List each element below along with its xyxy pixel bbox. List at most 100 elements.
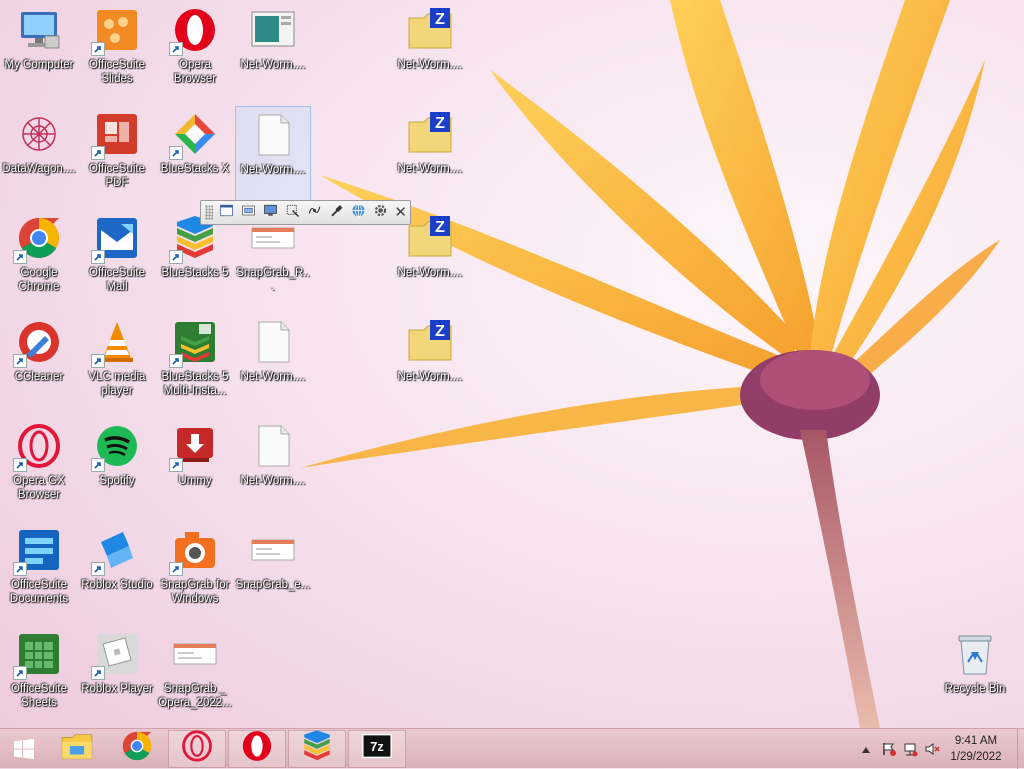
desktop-icon-label: Net-Worm.... bbox=[240, 59, 306, 71]
desktop-icon-documents[interactable]: OfficeSuite Documents bbox=[1, 522, 77, 622]
settings-button[interactable] bbox=[370, 203, 390, 223]
shortcut-arrow-icon bbox=[13, 458, 27, 472]
svg-text:Z: Z bbox=[435, 11, 445, 28]
desktop-icon-computer[interactable]: My Computer bbox=[1, 2, 77, 102]
show-desktop-button[interactable] bbox=[1017, 728, 1024, 769]
taskbar-item-bluestacks[interactable] bbox=[288, 729, 346, 768]
desktop-icon-label: VLC media player bbox=[88, 371, 146, 397]
color-picker-icon bbox=[329, 203, 344, 223]
desktop-icon-roblox-player[interactable]: Roblox Player bbox=[79, 626, 155, 726]
action-center-flag-icon[interactable] bbox=[877, 738, 899, 760]
desktop-icon-roblox-studio[interactable]: Roblox Studio bbox=[79, 522, 155, 622]
desktop-icon-label: Net-Worm.... bbox=[240, 164, 306, 176]
show-hidden-icon[interactable] bbox=[855, 738, 877, 760]
pdf-icon bbox=[91, 110, 141, 160]
desktop-icon-bluestacks-x[interactable]: BlueStacks X bbox=[157, 106, 233, 206]
desktop-icon-zip-folder[interactable]: Z Net-Worm.... bbox=[392, 210, 468, 310]
desktop-icon-screenshot-file[interactable]: SnapGrab _ Opera_2022... bbox=[157, 626, 233, 726]
zip-folder-icon: Z bbox=[406, 110, 454, 158]
fullscreen-capture-button[interactable] bbox=[260, 203, 280, 223]
shortcut-arrow-icon bbox=[169, 146, 183, 160]
desktop-icon-label: SnapGrab_R... bbox=[236, 267, 310, 293]
desktop-icon-zip-folder[interactable]: Z Net-Worm.... bbox=[392, 106, 468, 206]
desktop-icon-opera[interactable]: Opera Browser bbox=[157, 2, 233, 102]
desktop-icon-blank-file[interactable]: Net-Worm.... bbox=[235, 418, 311, 518]
start-button[interactable] bbox=[0, 729, 48, 769]
shortcut-arrow-icon bbox=[91, 250, 105, 264]
spotify-icon bbox=[91, 422, 141, 472]
shortcut-arrow-icon bbox=[13, 250, 27, 264]
desktop-icon-mail[interactable]: OfficeSuite Mail bbox=[79, 210, 155, 310]
shortcut-arrow-icon bbox=[91, 562, 105, 576]
desktop-icon-screenshot-file[interactable]: SnapGrab_e... bbox=[235, 522, 311, 622]
shortcut-arrow-icon bbox=[169, 250, 183, 264]
desktop-icon-chrome[interactable]: Google Chrome bbox=[1, 210, 77, 310]
desktop-icon-label: Net-Worm.... bbox=[397, 163, 463, 175]
desktop-icon-datawagon[interactable]: DataWagon.... bbox=[1, 106, 77, 206]
desktop-icon-sheets[interactable]: OfficeSuite Sheets bbox=[1, 626, 77, 726]
windows-logo-icon bbox=[14, 738, 34, 759]
volume-muted-icon[interactable] bbox=[921, 738, 943, 760]
desktop-icon-pdf[interactable]: OfficeSuite PDF bbox=[79, 106, 155, 206]
snapgrab-floating-toolbar[interactable]: ✕ bbox=[200, 200, 411, 225]
screenshot-file-icon bbox=[249, 526, 297, 574]
taskbar-item-opera[interactable] bbox=[228, 729, 286, 768]
desktop-icon-zip-folder[interactable]: Z Net-Worm.... bbox=[392, 314, 468, 414]
desktop-icon-label: CCleaner bbox=[14, 371, 64, 383]
screenshot-file-icon bbox=[171, 630, 219, 678]
desktop-icon-blank-file[interactable]: Net-Worm.... bbox=[235, 106, 311, 206]
desktop-icon-snapgrab[interactable]: SnapGrab for Windows bbox=[157, 522, 233, 622]
desktop-icon-spotify[interactable]: Spotify bbox=[79, 418, 155, 518]
desktop-icon-label: SnapGrab _ Opera_2022... bbox=[158, 683, 232, 709]
zip-folder-icon: Z bbox=[406, 214, 454, 262]
clock[interactable]: 9:41 AM 1/29/2022 bbox=[943, 733, 1009, 765]
desktop-icon-label: SnapGrab_e... bbox=[235, 579, 311, 591]
freehand-capture-button[interactable] bbox=[304, 203, 324, 223]
slides-icon bbox=[91, 6, 141, 56]
desktop-icon-label: Net-Worm.... bbox=[397, 371, 463, 383]
taskbar-item-chrome[interactable] bbox=[108, 730, 166, 768]
web-capture-button[interactable] bbox=[348, 203, 368, 223]
desktop-icon-screenshot-file[interactable]: SnapGrab_R... bbox=[235, 210, 311, 310]
shortcut-arrow-icon bbox=[169, 458, 183, 472]
desktop[interactable]: My Computer OfficeSuite Slides Opera Brows… bbox=[0, 0, 1024, 728]
desktop-icon-bluestacks-multi[interactable]: BlueStacks 5 Multi-Insta... bbox=[157, 314, 233, 414]
desktop-icon-label: DataWagon.... bbox=[2, 163, 76, 175]
desktop-icon-label: Net-Worm.... bbox=[240, 371, 306, 383]
toolbar-drag-grip[interactable] bbox=[205, 205, 213, 220]
desktop-icon-blank-file[interactable]: Net-Worm.... bbox=[235, 314, 311, 414]
blank-file-icon bbox=[249, 422, 297, 470]
desktop-icon-vlc[interactable]: VLC media player bbox=[79, 314, 155, 414]
desktop-icon-label: BlueStacks X bbox=[160, 163, 230, 175]
network-icon[interactable] bbox=[899, 738, 921, 760]
desktop-icon-bluestacks[interactable]: BlueStacks 5 bbox=[157, 210, 233, 310]
region-capture-button[interactable] bbox=[238, 203, 258, 223]
shortcut-arrow-icon bbox=[91, 146, 105, 160]
desktop-icon-label: Net-Worm.... bbox=[397, 267, 463, 279]
opera-icon bbox=[169, 6, 219, 56]
window-capture-icon bbox=[219, 203, 234, 223]
roblox-player-icon bbox=[91, 630, 141, 680]
opera-gx-icon bbox=[13, 422, 63, 472]
taskbar-item-file-explorer[interactable] bbox=[48, 730, 106, 768]
blank-file-icon bbox=[249, 111, 297, 159]
color-picker-button[interactable] bbox=[326, 203, 346, 223]
object-capture-button[interactable] bbox=[282, 203, 302, 223]
desktop-icon-label: Roblox Studio bbox=[81, 579, 153, 591]
desktop-icon-ummy[interactable]: Ummy bbox=[157, 418, 233, 518]
ummy-icon bbox=[169, 422, 219, 472]
desktop-icon-ccleaner[interactable]: CCleaner bbox=[1, 314, 77, 414]
object-capture-icon bbox=[285, 203, 300, 223]
window-capture-button[interactable] bbox=[216, 203, 236, 223]
toolbar-close-button[interactable]: ✕ bbox=[394, 205, 407, 220]
desktop-icon-label: Roblox Player bbox=[81, 683, 153, 695]
desktop-icon-opera-gx[interactable]: Opera GX Browser bbox=[1, 418, 77, 518]
taskbar-item-7zip[interactable]: 7z bbox=[348, 729, 406, 768]
taskbar-item-opera-gx[interactable] bbox=[168, 729, 226, 768]
desktop-icon-image-file[interactable]: Net-Worm.... bbox=[235, 2, 311, 102]
desktop-icon-label: My Computer bbox=[4, 59, 74, 71]
desktop-icon-slides[interactable]: OfficeSuite Slides bbox=[79, 2, 155, 102]
desktop-icon-zip-folder[interactable]: Z Net-Worm.... bbox=[392, 2, 468, 102]
desktop-icon-recycle-bin[interactable]: Recycle Bin bbox=[937, 626, 1013, 726]
zip-folder-icon: Z bbox=[406, 318, 454, 366]
